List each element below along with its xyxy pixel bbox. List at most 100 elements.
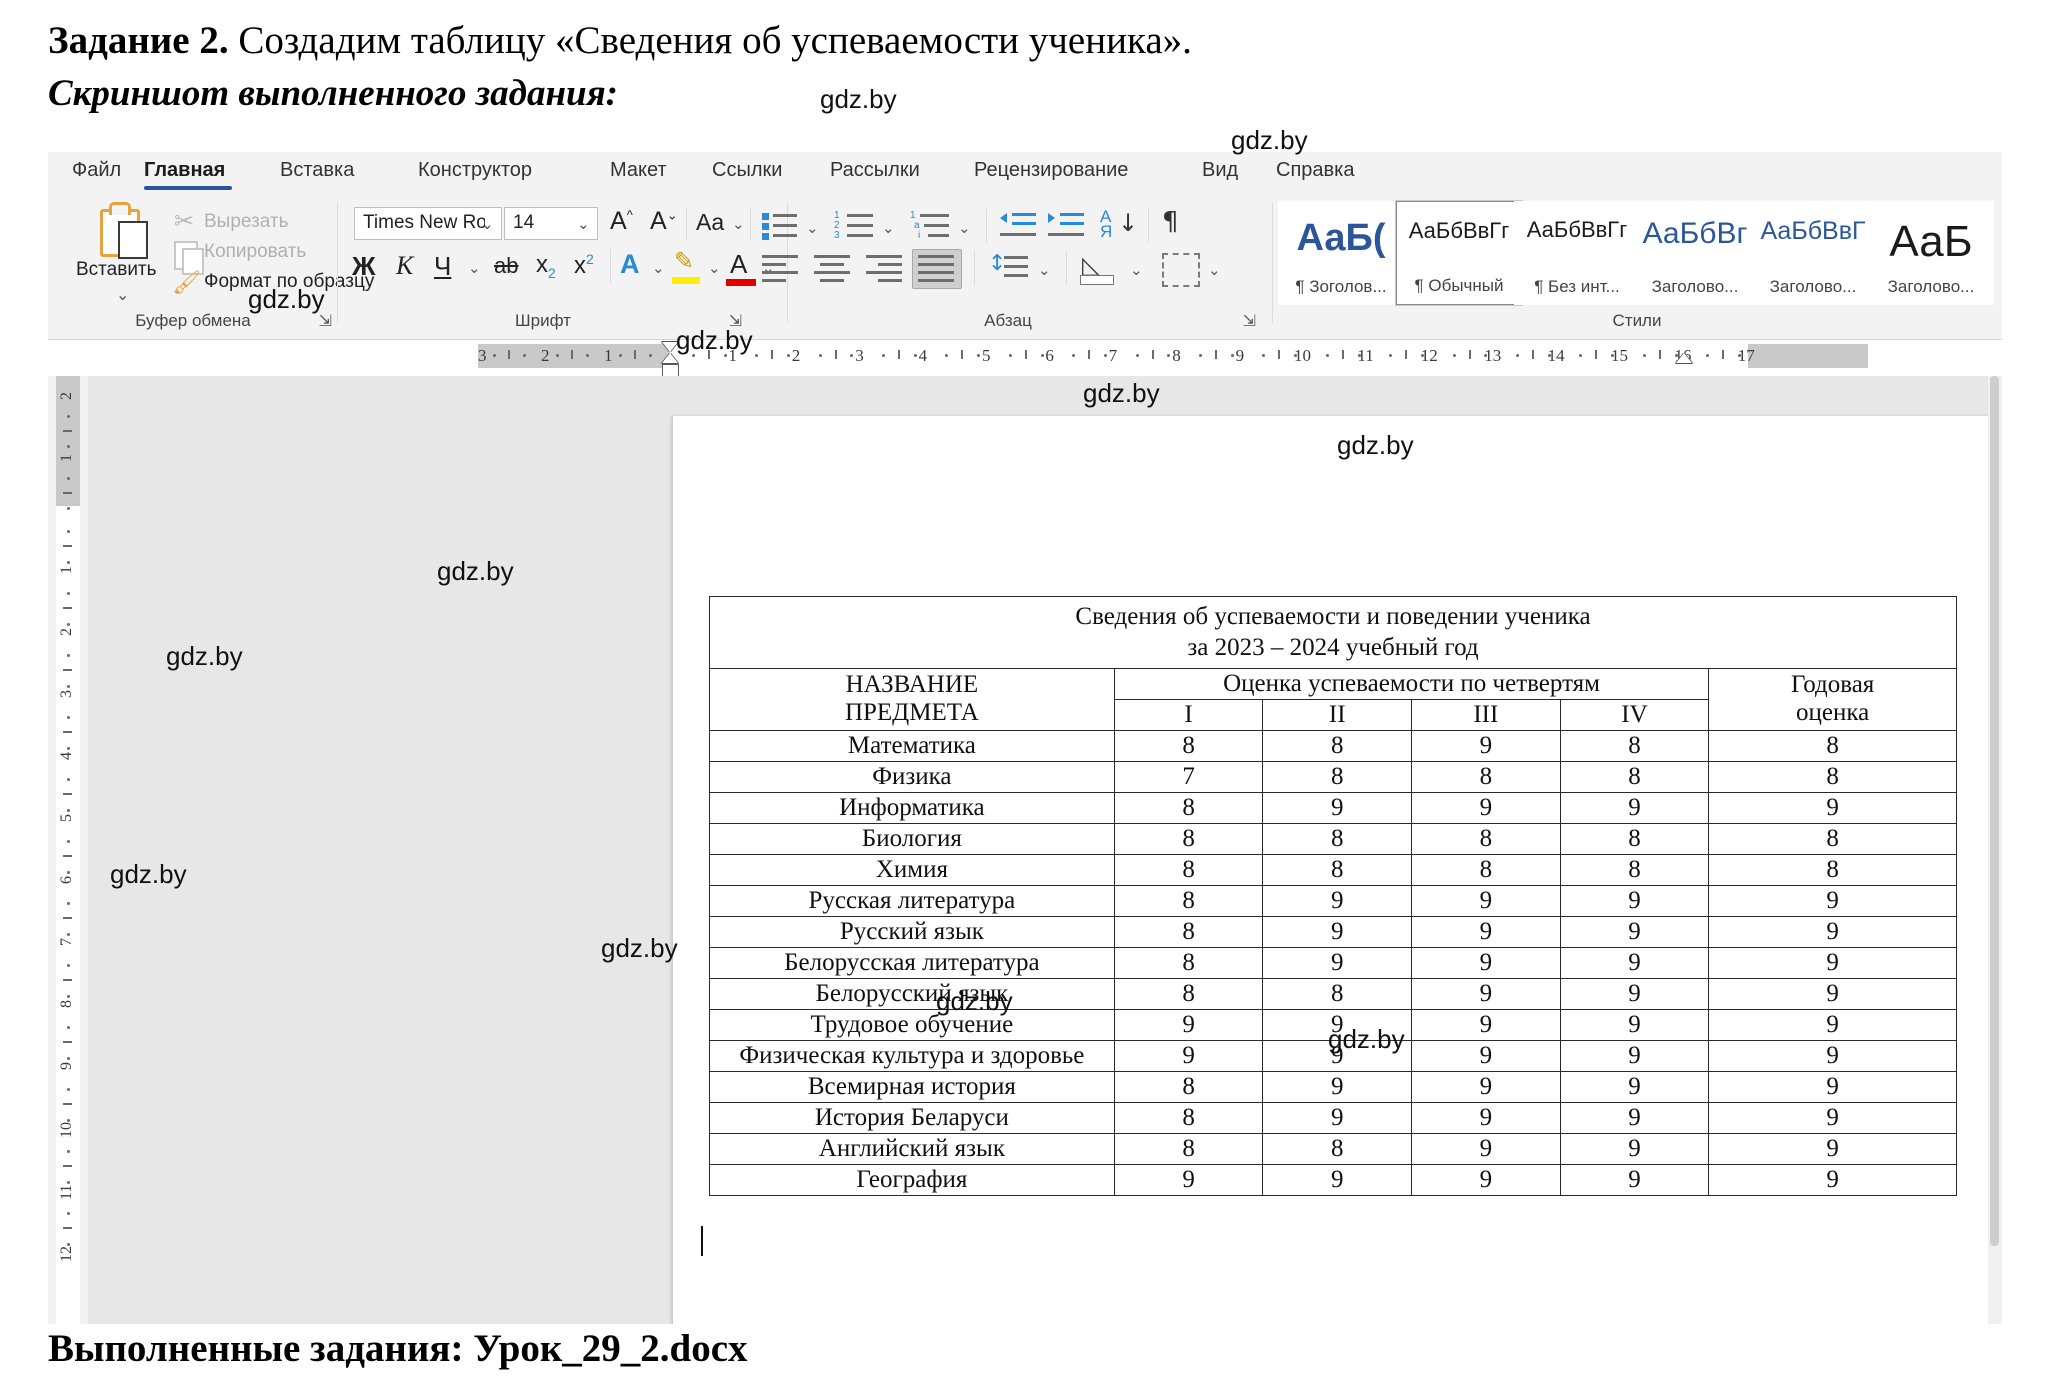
align-left-icon[interactable] (762, 255, 798, 282)
cut-button-label[interactable]: Вырезать (204, 211, 289, 233)
highlight-chevron-down-icon[interactable]: ⌄ (708, 259, 721, 277)
row-mark-q1: 8 (1113, 791, 1264, 824)
ribbon-tab-5[interactable]: Ссылки (712, 159, 782, 182)
ribbon-tab-9[interactable]: Справка (1276, 159, 1354, 182)
style-item-0[interactable]: АаБ(¶ Зоголов... (1278, 201, 1404, 305)
header-subject-line2: ПРЕДМЕТА (844, 699, 979, 726)
italic-button[interactable]: К (396, 251, 413, 281)
row-subject: История Беларуси (709, 1101, 1115, 1134)
superscript-button[interactable]: x2 (574, 251, 594, 280)
bullets-icon[interactable] (762, 211, 798, 240)
align-justify-icon[interactable] (918, 255, 954, 282)
row-mark-q3: 9 (1411, 791, 1561, 824)
numbering-chevron-down-icon[interactable]: ⌄ (882, 219, 895, 237)
change-case-button[interactable]: Aa (696, 209, 724, 236)
align-right-icon[interactable] (866, 255, 902, 282)
scrollbar-thumb[interactable] (1990, 376, 1999, 1246)
style-item-2[interactable]: АаБбВвГг ¶ Без инт... (1514, 201, 1640, 305)
text-effects-button[interactable]: A (620, 249, 640, 280)
ruler-minor-mark (1278, 350, 1281, 359)
vruler-tick-3: 3 (58, 690, 75, 698)
vruler-minor-mark (67, 1056, 70, 1060)
font-color-button[interactable]: A (730, 249, 747, 280)
row-subject: Химия (709, 853, 1115, 886)
ribbon-tab-6[interactable]: Рассылки (830, 159, 920, 182)
right-indent-marker[interactable] (1676, 353, 1693, 363)
ribbon-tab-1[interactable]: Главная (144, 159, 225, 182)
vruler-tick-top-2: 2 (58, 392, 75, 400)
style-item-4[interactable]: АаБбВвГ Заголово... (1750, 201, 1876, 305)
bullets-chevron-down-icon[interactable]: ⌄ (806, 219, 819, 237)
shading-chevron-down-icon[interactable]: ⌄ (1130, 261, 1143, 279)
underline-button[interactable]: Ч (434, 251, 451, 282)
horizontal-ruler[interactable]: 3 2 1 1 2 3 4 5 6 7 8 9 10 11 12 13 14 15 16 17 (48, 340, 2002, 378)
row-mark-q4: 9 (1559, 884, 1710, 917)
multilevel-list-chevron-down-icon[interactable]: ⌄ (958, 219, 971, 237)
copy-button-label[interactable]: Копировать (204, 241, 306, 263)
header-quarter-2: II (1262, 698, 1413, 731)
vruler-minor-mark (67, 1087, 70, 1091)
row-mark-q3: 9 (1411, 915, 1561, 948)
ruler-tick-left-2: 2 (541, 346, 550, 365)
multilevel-list-icon[interactable]: 1 a i (910, 210, 950, 241)
vruler-minor-mark (67, 715, 70, 719)
watermark-7: gdz.by (166, 641, 243, 671)
font-size-chevron-down-icon[interactable]: ⌄ (577, 215, 590, 233)
subscript-button[interactable]: x2 (536, 251, 556, 281)
ruler-minor-mark (1088, 350, 1091, 359)
underline-chevron-down-icon[interactable]: ⌄ (468, 259, 481, 277)
increase-indent-icon[interactable] (1048, 211, 1084, 239)
row-annual: 9 (1708, 1070, 1957, 1103)
row-mark-q2: 9 (1262, 791, 1413, 824)
bold-button[interactable]: Ж (352, 251, 376, 282)
shrink-font-button[interactable]: A⌄ (650, 207, 678, 236)
table-title-row: Сведения об успеваемости и поведении уче… (709, 596, 1957, 669)
strikethrough-button[interactable]: ab (494, 253, 518, 279)
text-effects-chevron-down-icon[interactable]: ⌄ (652, 259, 665, 277)
row-subject: Белорусская литература (709, 946, 1115, 979)
numbering-icon[interactable]: 1 2 3 (834, 210, 874, 241)
font-size-combobox[interactable]: 14 ⌄ (504, 207, 598, 240)
ruler-tick-8: 8 (1172, 346, 1181, 365)
style-item-3[interactable]: АаБбВг Заголово... (1632, 201, 1758, 305)
line-spacing-chevron-down-icon[interactable]: ⌄ (1038, 261, 1051, 279)
grades-table[interactable]: Сведения об успеваемости и поведении уче… (709, 596, 1957, 1196)
ribbon-body: Вставить ⌄ ✂ Вырезать Копировать 🖌 Форма… (48, 193, 2002, 340)
ribbon-tab-8[interactable]: Вид (1202, 159, 1238, 182)
vertical-ruler[interactable]: 2 1 1 2 3 4 5 6 7 8 9 10 11 12 (48, 376, 88, 1324)
font-name-combobox[interactable]: Times New Rom ⌄ (354, 207, 502, 240)
highlight-icon[interactable]: ✎ (674, 247, 694, 276)
font-name-chevron-down-icon[interactable]: ⌄ (481, 215, 494, 233)
line-spacing-icon[interactable]: ↕ (988, 253, 1030, 281)
style-item-5[interactable]: АаБ Заголово... (1868, 201, 1994, 305)
row-mark-q1: 8 (1113, 1132, 1264, 1165)
paragraph-dialog-launcher-icon[interactable]: ⇲ (1243, 311, 1256, 331)
change-case-chevron-down-icon[interactable]: ⌄ (732, 215, 745, 233)
document-canvas[interactable]: Сведения об успеваемости и поведении уче… (88, 376, 2002, 1324)
row-mark-q1: 8 (1113, 1101, 1264, 1134)
ruler-minor-mark (1040, 354, 1044, 357)
decrease-indent-icon[interactable] (1000, 211, 1036, 239)
document-page[interactable]: Сведения об успеваемости и поведении уче… (673, 416, 1993, 1324)
header-quarter-4: IV (1559, 698, 1710, 731)
row-mark-q3: 9 (1411, 884, 1561, 917)
ruler-tick-3: 3 (855, 346, 864, 365)
borders-icon[interactable] (1162, 253, 1200, 287)
show-formatting-marks-icon[interactable]: ¶ (1162, 207, 1179, 237)
align-center-icon[interactable] (814, 255, 850, 282)
table-row: Биология 8 8 8 8 8 (709, 822, 1957, 855)
ribbon-tab-7[interactable]: Рецензирование (974, 159, 1128, 182)
ribbon-tab-2[interactable]: Вставка (280, 159, 354, 182)
paste-chevron-down-icon[interactable]: ⌄ (116, 285, 129, 304)
vruler-minor-mark (67, 901, 70, 905)
grow-font-button[interactable]: A^ (610, 207, 633, 236)
ribbon-tab-3[interactable]: Конструктор (418, 159, 532, 182)
ribbon-tab-4[interactable]: Макет (610, 159, 667, 182)
borders-chevron-down-icon[interactable]: ⌄ (1208, 261, 1221, 279)
table-row: Белорусский язык 8 8 9 9 9 (709, 977, 1957, 1010)
paste-button-label[interactable]: Вставить (76, 259, 157, 281)
vertical-scrollbar[interactable] (1988, 376, 2002, 1324)
style-item-1[interactable]: АаБбВвГг ¶ Обычный (1395, 200, 1523, 306)
row-subject: Физика (709, 760, 1115, 793)
ribbon-tab-0[interactable]: Файл (72, 159, 121, 182)
